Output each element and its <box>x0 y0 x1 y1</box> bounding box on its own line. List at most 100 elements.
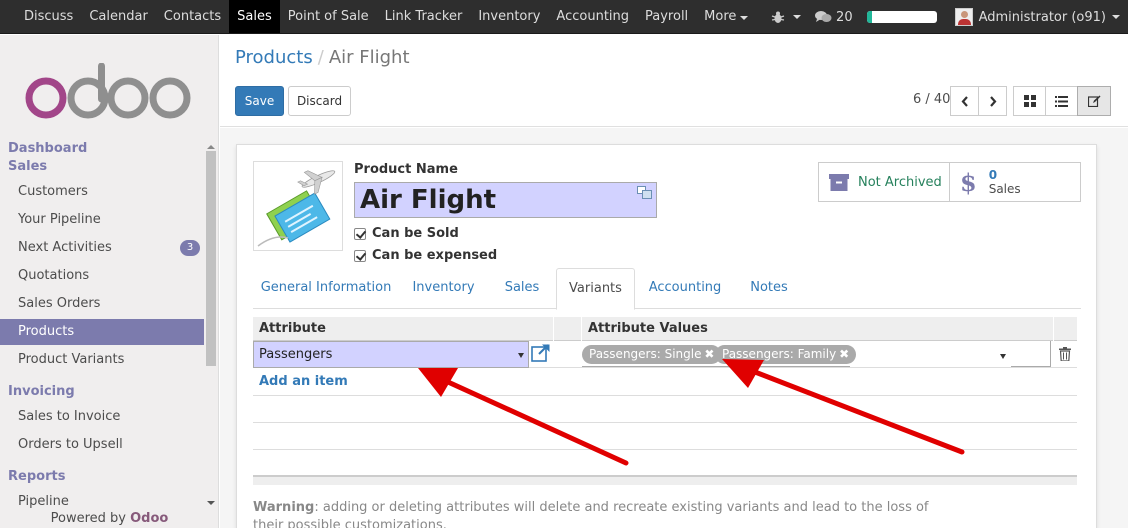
pager-next-button[interactable] <box>978 86 1007 116</box>
airplane-ticket-icon <box>257 170 336 247</box>
column-attribute-values[interactable]: Attribute Values <box>582 317 708 341</box>
menu-more[interactable]: More <box>696 0 756 33</box>
attribute-values-input[interactable] <box>582 366 850 367</box>
menu-more-label: More <box>704 9 737 24</box>
logo-text: odoo <box>24 63 27 64</box>
scroll-up-icon[interactable] <box>207 145 215 149</box>
breadcrumb: Products / Air Flight <box>235 47 410 68</box>
powered-brand-link[interactable]: Odoo <box>130 511 168 526</box>
can-be-expensed-label: Can be expensed <box>372 248 498 263</box>
form-view-button[interactable] <box>1077 86 1111 116</box>
can-be-expensed-checkbox[interactable]: Can be expensed <box>354 248 497 263</box>
bug-icon <box>771 11 785 23</box>
form-sheet: Product Name Air Flight Can be Sold Can … <box>236 144 1097 528</box>
toggle-archive-button[interactable]: Not Archived <box>819 163 950 201</box>
messages-button[interactable]: 20 <box>815 10 853 25</box>
tag-label: Passengers: Single <box>589 347 702 361</box>
sidebar-item-orders-to-upsell[interactable]: Orders to Upsell <box>0 432 204 458</box>
smart-buttons: Not Archived $ 0 Sales <box>818 162 1081 202</box>
sidebar-item-your-pipeline[interactable]: Your Pipeline <box>0 207 204 233</box>
remove-tag-icon[interactable]: ✖ <box>839 345 849 364</box>
tab-general-information[interactable]: General Information <box>253 268 399 309</box>
chevron-down-icon[interactable] <box>1000 354 1006 359</box>
attribute-value-tag[interactable]: Passengers: Single ✖ <box>582 345 722 364</box>
attribute-value-tag[interactable]: Passengers: Family ✖ <box>715 345 857 364</box>
sidebar-item-sales-orders[interactable]: Sales Orders <box>0 291 204 317</box>
chevron-right-icon <box>989 95 996 107</box>
chevron-down-icon <box>1112 15 1120 19</box>
main-scrollbar[interactable] <box>1102 128 1128 528</box>
trash-icon[interactable] <box>1059 347 1071 361</box>
kanban-view-button[interactable] <box>1013 86 1046 116</box>
tab-accounting[interactable]: Accounting <box>635 268 735 309</box>
tab-sales[interactable]: Sales <box>488 268 556 309</box>
debug-menu[interactable] <box>771 10 802 24</box>
table-row-empty <box>253 396 1077 423</box>
chevron-down-icon <box>793 15 802 19</box>
sidebar-section-dashboard[interactable]: Dashboard <box>8 141 87 156</box>
tab-inventory[interactable]: Inventory <box>399 268 488 309</box>
sidebar-item-next-activities[interactable]: Next Activities 3 <box>0 235 204 261</box>
menu-contacts[interactable]: Contacts <box>156 0 229 33</box>
external-link-icon[interactable] <box>531 344 551 362</box>
attribute-values-extra-field[interactable] <box>1011 341 1051 367</box>
menu-link-tracker[interactable]: Link Tracker <box>377 0 471 33</box>
product-image[interactable] <box>253 161 343 251</box>
onboarding-progress[interactable] <box>866 11 937 23</box>
breadcrumb-current: Air Flight <box>328 47 410 68</box>
menu-discuss[interactable]: Discuss <box>16 0 81 33</box>
chevron-down-icon[interactable] <box>518 353 524 358</box>
sidebar-item-products[interactable]: Products <box>0 319 204 345</box>
sidebar-section-invoicing[interactable]: Invoicing <box>8 384 75 399</box>
menu-accounting[interactable]: Accounting <box>548 0 637 33</box>
menu-calendar[interactable]: Calendar <box>81 0 155 33</box>
archive-status: Not Archived <box>858 174 942 190</box>
sidebar-item-sales-to-invoice[interactable]: Sales to Invoice <box>0 404 204 430</box>
add-an-item-link[interactable]: Add an item <box>259 374 348 389</box>
chevron-left-icon <box>961 95 968 107</box>
pager-previous-button[interactable] <box>950 86 979 116</box>
menu-point-of-sale[interactable]: Point of Sale <box>280 0 377 33</box>
product-name-label: Product Name <box>354 162 458 177</box>
product-name-input[interactable]: Air Flight <box>354 182 657 218</box>
can-be-sold-checkbox[interactable]: Can be Sold <box>354 226 459 241</box>
menu-inventory[interactable]: Inventory <box>470 0 548 33</box>
sales-stat-label: Sales <box>988 182 1021 196</box>
sidebar-item-quotations[interactable]: Quotations <box>0 263 204 289</box>
save-button[interactable]: Save <box>235 86 284 116</box>
notebook-tabs: General Information Inventory Sales Vari… <box>253 268 1081 310</box>
checkbox-checked[interactable] <box>354 249 366 262</box>
list-icon <box>1055 95 1068 107</box>
table-row[interactable]: Passengers Passengers: Single ✖ Passenger… <box>253 341 1077 368</box>
sidebar-scrollbar[interactable] <box>206 151 216 366</box>
checkbox-checked[interactable] <box>354 227 366 240</box>
sidebar: odoo Dashboard Sales Customers Your Pipe… <box>0 35 219 528</box>
scroll-down-icon[interactable] <box>207 501 215 505</box>
sidebar-item-customers[interactable]: Customers <box>0 179 204 205</box>
tab-notes[interactable]: Notes <box>735 268 803 309</box>
sales-stat-button[interactable]: $ 0 Sales <box>950 163 1080 201</box>
pager-value[interactable]: 6 / 40 <box>913 92 950 107</box>
attribute-select[interactable]: Passengers <box>253 341 529 368</box>
breadcrumb-products-link[interactable]: Products <box>235 47 313 68</box>
sidebar-section-reports[interactable]: Reports <box>8 469 65 484</box>
tab-variants[interactable]: Variants <box>556 268 635 310</box>
powered-by: Powered by Odoo <box>0 511 218 526</box>
sidebar-section-sales[interactable]: Sales <box>8 159 47 174</box>
sidebar-item-product-variants[interactable]: Product Variants <box>0 347 204 373</box>
menu-payroll[interactable]: Payroll <box>637 0 696 33</box>
column-separator <box>1053 317 1054 341</box>
archive-icon <box>829 174 849 191</box>
table-row-empty <box>253 423 1077 450</box>
menu-sales[interactable]: Sales <box>229 0 280 33</box>
remove-tag-icon[interactable]: ✖ <box>704 345 714 364</box>
column-attribute[interactable]: Attribute <box>253 317 326 341</box>
discard-button[interactable]: Discard <box>288 86 351 116</box>
dollar-icon: $ <box>960 167 977 197</box>
user-menu[interactable]: Administrator (o91) <box>954 8 1120 26</box>
add-item-row: Add an item <box>253 369 1077 396</box>
list-view-button[interactable] <box>1045 86 1078 116</box>
systray: 20 Administrator (o91) <box>771 0 1120 34</box>
translate-icon[interactable] <box>637 186 652 199</box>
variants-warning: Warning: adding or deleting attributes w… <box>253 499 953 528</box>
